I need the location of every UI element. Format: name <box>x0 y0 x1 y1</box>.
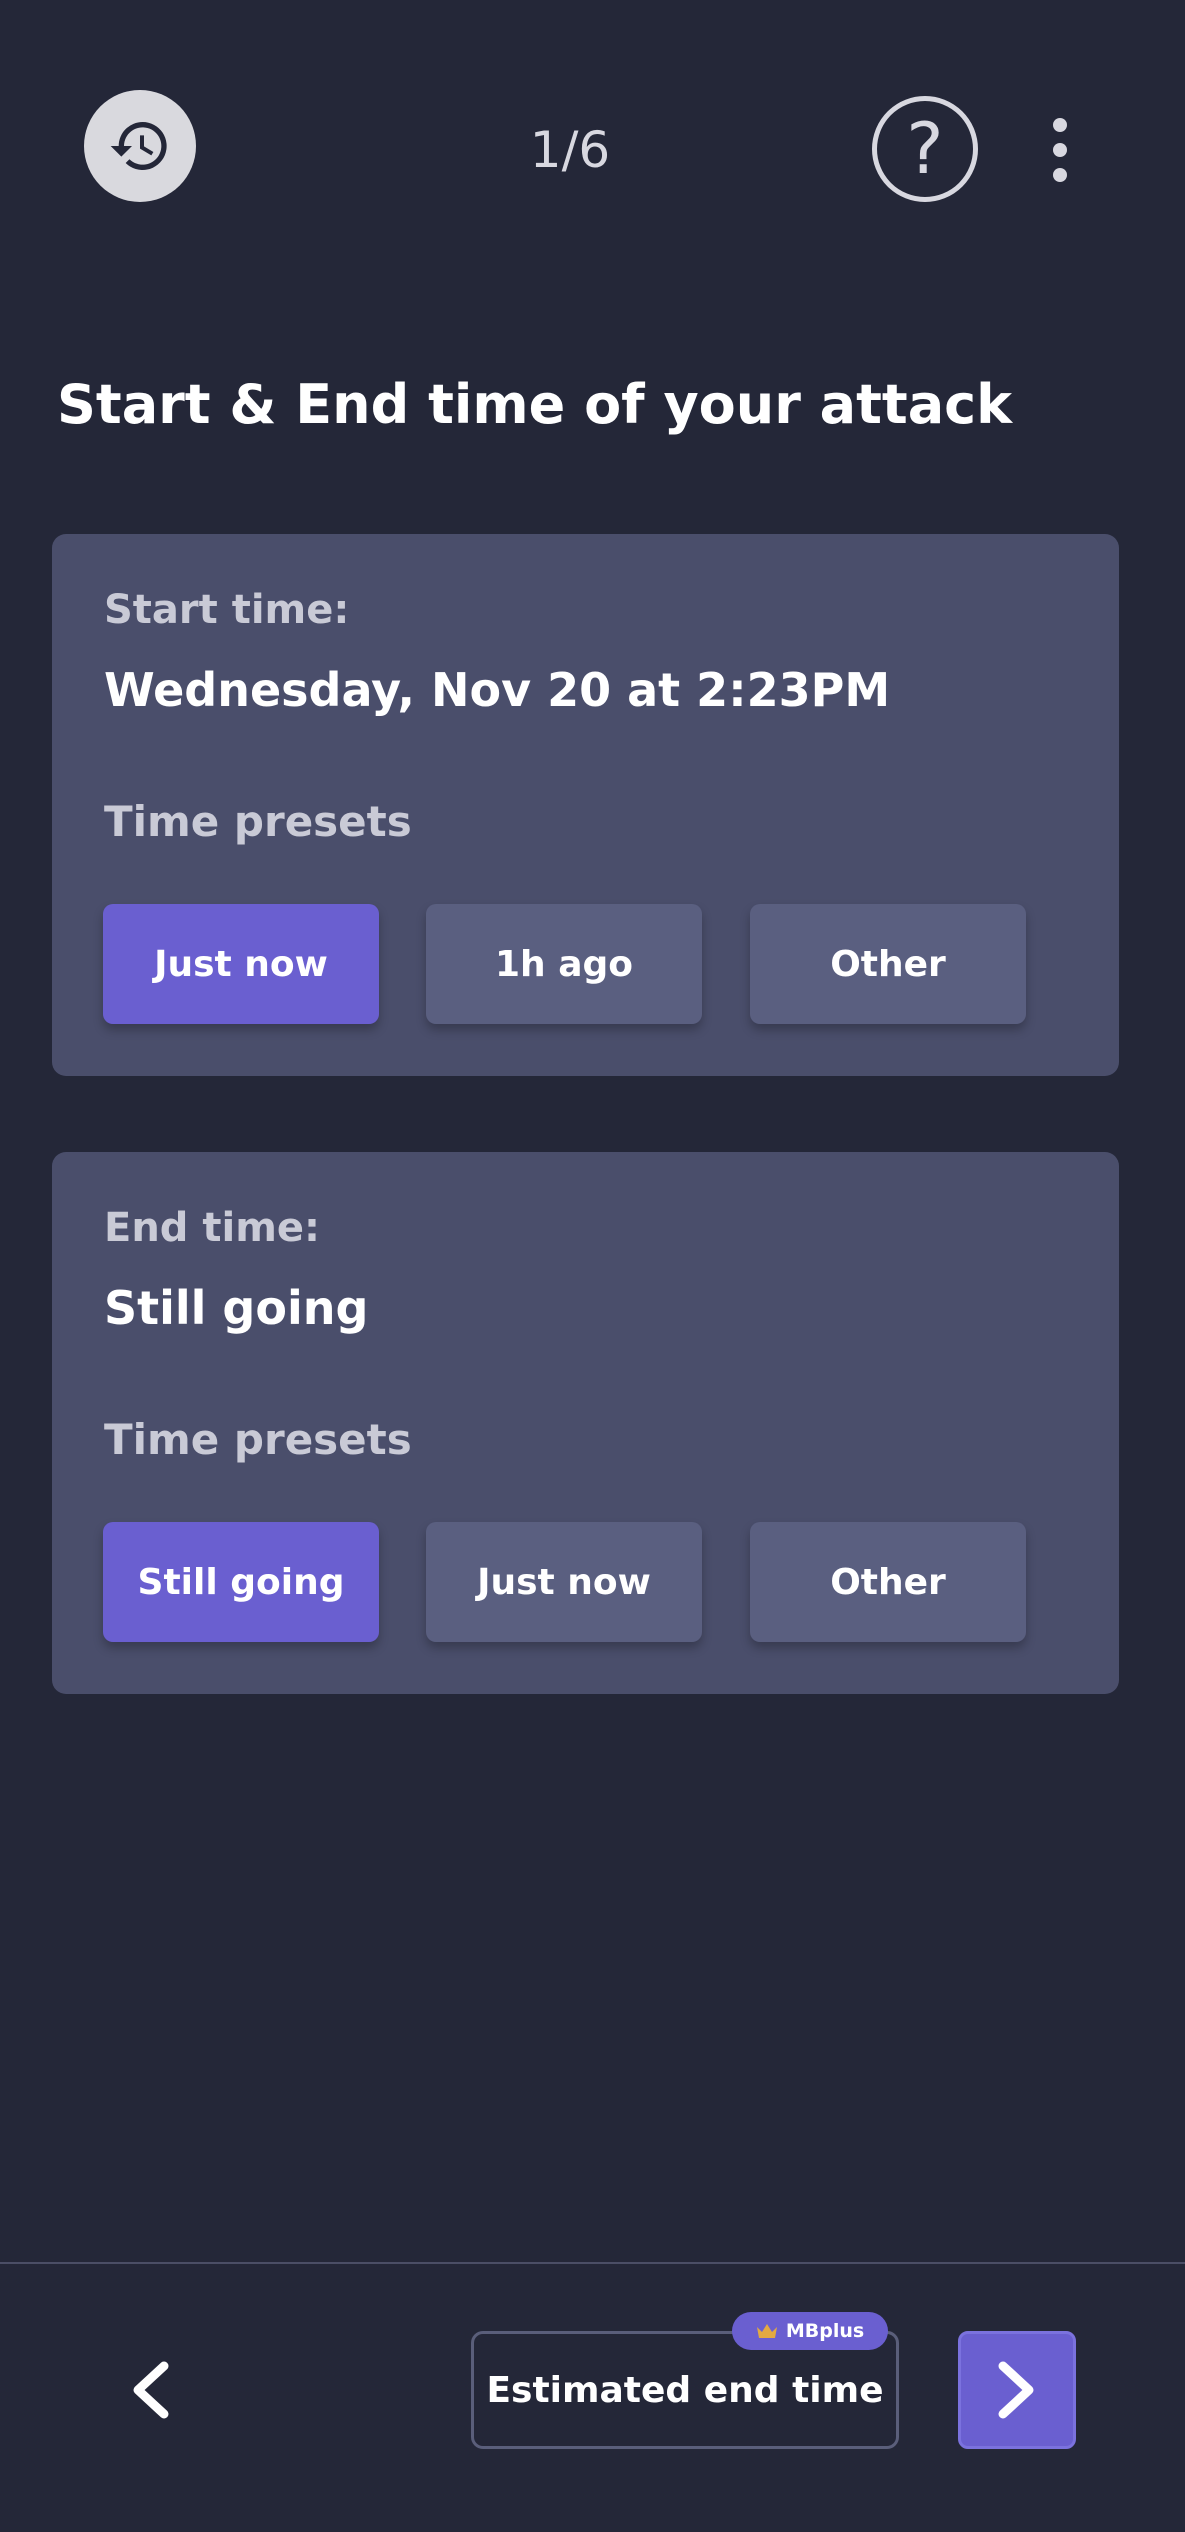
bottom-divider <box>0 2262 1185 2264</box>
history-button[interactable] <box>84 90 196 202</box>
start-presets-label: Time presets <box>104 797 412 846</box>
help-circle-icon: ? <box>906 108 944 190</box>
mbplus-badge-label: MBplus <box>785 2320 865 2342</box>
chevron-right-icon <box>998 2361 1034 2419</box>
help-button[interactable]: ? <box>872 96 978 202</box>
end-preset-still-going[interactable]: Still going <box>103 1522 379 1642</box>
end-time-value: Still going <box>104 1281 369 1335</box>
start-time-value: Wednesday, Nov 20 at 2:23PM <box>104 663 891 717</box>
mbplus-badge: MBplus <box>732 2312 888 2350</box>
page-title: Start & End time of your attack <box>57 373 1013 436</box>
end-preset-other[interactable]: Other <box>750 1522 1026 1642</box>
end-presets-label: Time presets <box>104 1415 412 1464</box>
more-vertical-icon <box>1053 118 1067 132</box>
end-preset-just-now[interactable]: Just now <box>426 1522 702 1642</box>
chevron-left-icon <box>133 2361 169 2419</box>
end-time-card: End time: Still going Time presets Still… <box>52 1152 1119 1694</box>
step-counter: 1/6 <box>529 121 611 179</box>
start-time-label: Start time: <box>104 587 350 633</box>
history-icon <box>110 122 167 170</box>
end-time-label: End time: <box>104 1205 320 1251</box>
start-preset-other[interactable]: Other <box>750 904 1026 1024</box>
start-time-card: Start time: Wednesday, Nov 20 at 2:23PM … <box>52 534 1119 1076</box>
next-button[interactable] <box>958 2331 1076 2449</box>
start-preset-just-now[interactable]: Just now <box>103 904 379 1024</box>
start-preset-1h-ago[interactable]: 1h ago <box>426 904 702 1024</box>
crown-icon <box>756 2322 778 2340</box>
more-options-button[interactable] <box>1040 110 1080 190</box>
back-button[interactable] <box>110 2340 190 2440</box>
